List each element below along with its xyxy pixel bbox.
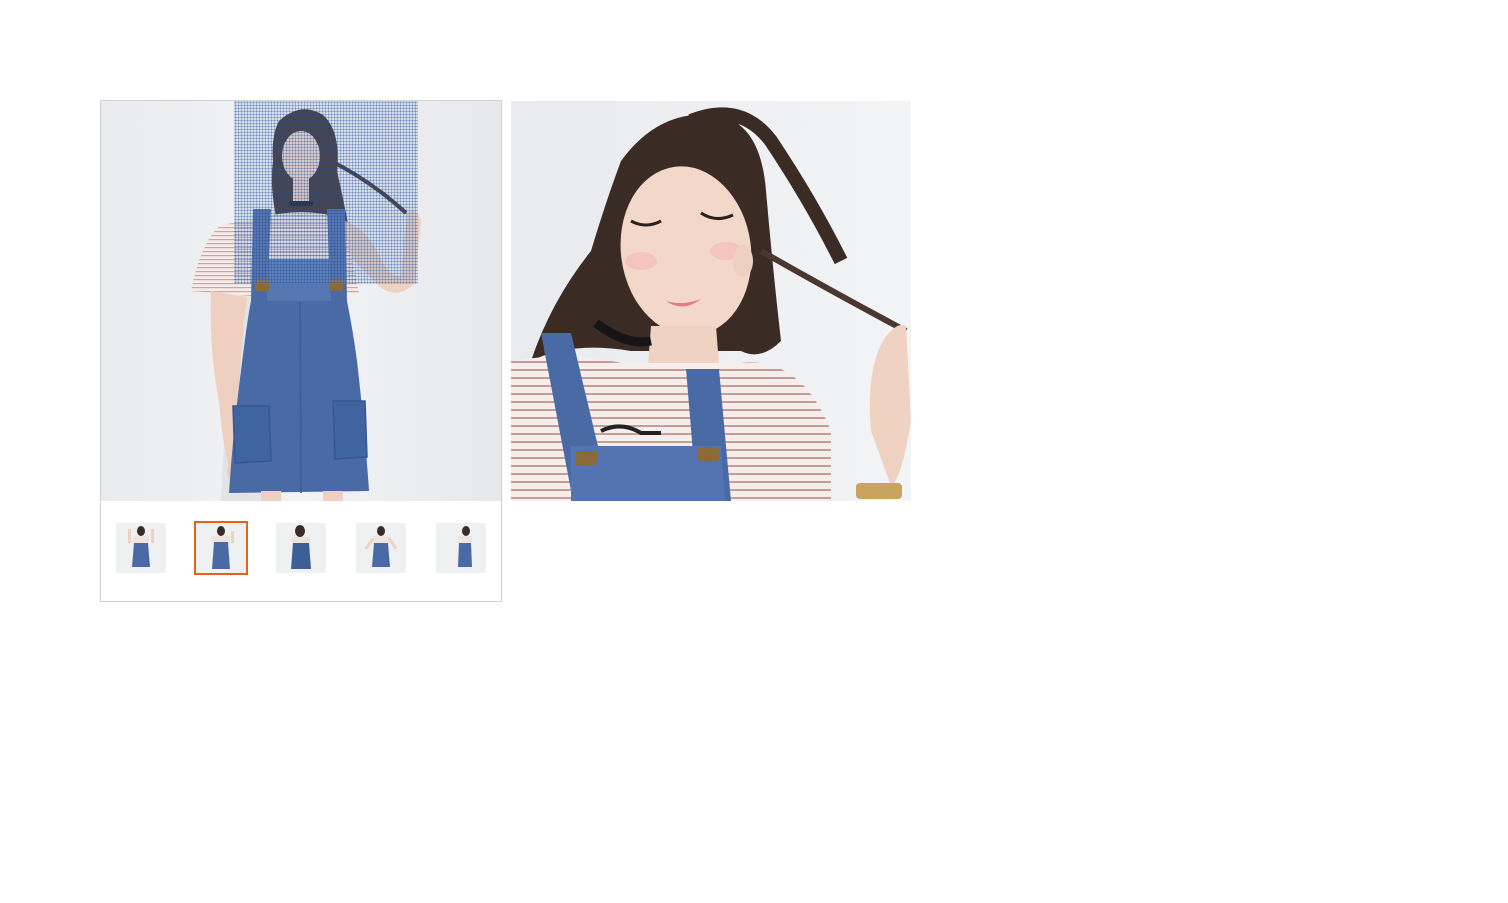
zoom-preview-panel	[511, 101, 911, 501]
zoomed-product-photo-icon	[511, 101, 911, 501]
thumbnail-strip	[101, 501, 501, 601]
thumbnail-photo-icon	[276, 523, 326, 573]
thumbnail-3[interactable]	[276, 523, 326, 573]
thumbnail-photo-icon	[356, 523, 406, 573]
thumbnail-1[interactable]	[116, 523, 166, 573]
thumbnail-4[interactable]	[356, 523, 406, 573]
magnifier-lens-icon[interactable]	[234, 101, 418, 284]
thumbnail-photo-icon	[436, 523, 486, 573]
thumbnail-photo-icon	[116, 523, 166, 573]
product-image-viewer	[100, 100, 502, 602]
thumbnail-5[interactable]	[436, 523, 486, 573]
thumbnail-photo-icon	[196, 523, 246, 573]
thumbnail-2-selected[interactable]	[194, 521, 248, 575]
main-product-image[interactable]	[101, 101, 501, 501]
